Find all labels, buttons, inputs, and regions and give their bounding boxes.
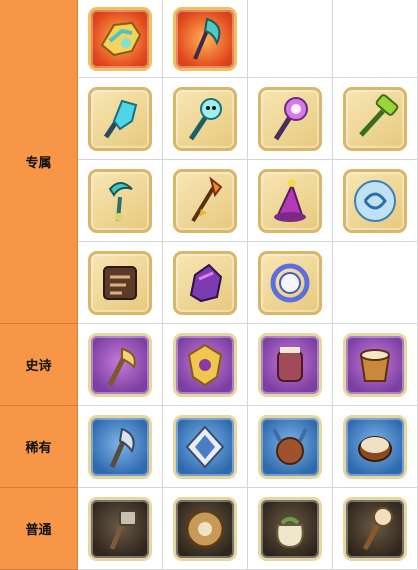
empty-slot <box>333 0 418 78</box>
item-slot[interactable] <box>163 324 248 406</box>
war-drum-icon[interactable] <box>343 332 407 397</box>
item-slot[interactable] <box>248 406 333 488</box>
golden-gauntlet-icon[interactable] <box>88 6 152 71</box>
ancient-scroll-icon[interactable] <box>88 250 152 315</box>
item-slot[interactable] <box>333 324 418 406</box>
warrior-gauntlet-icon[interactable] <box>258 332 322 397</box>
category-epic: 史诗 <box>0 324 78 406</box>
wooden-hatchet-icon[interactable] <box>88 496 152 561</box>
item-slot[interactable] <box>333 160 418 242</box>
category-label: 专属 <box>25 156 52 171</box>
item-slot[interactable] <box>248 488 333 570</box>
item-slot[interactable] <box>248 242 333 324</box>
item-slot[interactable] <box>78 406 163 488</box>
item-slot[interactable] <box>78 242 163 324</box>
item-slot[interactable] <box>163 488 248 570</box>
empty-slot <box>333 242 418 324</box>
blue-swirl-orb-icon[interactable] <box>343 168 407 233</box>
steel-axe-icon[interactable] <box>88 414 152 479</box>
round-shield-icon[interactable] <box>173 496 237 561</box>
crescent-axe-icon[interactable] <box>173 6 237 71</box>
category-rare: 稀有 <box>0 406 78 488</box>
item-slot[interactable] <box>78 0 163 78</box>
crescent-wand-icon[interactable] <box>88 168 152 233</box>
tribal-drum-icon[interactable] <box>343 414 407 479</box>
item-slot[interactable] <box>163 406 248 488</box>
item-slot[interactable] <box>163 78 248 160</box>
item-slot[interactable] <box>78 488 163 570</box>
golden-emblem-icon[interactable] <box>173 332 237 397</box>
item-slot[interactable] <box>333 488 418 570</box>
category-label: 史诗 <box>25 359 52 374</box>
horned-gauntlet-icon[interactable] <box>258 414 322 479</box>
rune-ring-icon[interactable] <box>258 250 322 315</box>
category-common: 普通 <box>0 488 78 570</box>
violet-fist-icon[interactable] <box>173 250 237 315</box>
item-slot[interactable] <box>248 160 333 242</box>
item-slot[interactable] <box>163 0 248 78</box>
category-exclusive: 专属 <box>0 0 78 324</box>
item-slot[interactable] <box>333 78 418 160</box>
category-label: 普通 <box>25 523 52 538</box>
bone-mace-icon[interactable] <box>343 496 407 561</box>
category-label: 稀有 <box>25 441 52 456</box>
ice-crystal-club-icon[interactable] <box>88 86 152 151</box>
flame-trident-icon[interactable] <box>173 168 237 233</box>
item-slot[interactable] <box>78 160 163 242</box>
witch-hat-staff-icon[interactable] <box>258 168 322 233</box>
item-slot[interactable] <box>78 324 163 406</box>
item-slot[interactable] <box>248 324 333 406</box>
item-slot[interactable] <box>163 160 248 242</box>
item-slot[interactable] <box>248 78 333 160</box>
cloth-sack-icon[interactable] <box>258 496 322 561</box>
arcane-skull-scepter-icon[interactable] <box>258 86 322 151</box>
item-slot[interactable] <box>78 78 163 160</box>
item-slot[interactable] <box>163 242 248 324</box>
frost-skull-staff-icon[interactable] <box>173 86 237 151</box>
silver-emblem-icon[interactable] <box>173 414 237 479</box>
item-rarity-table: 专属 史诗 稀有 普通 <box>0 0 418 570</box>
feather-axe-icon[interactable] <box>88 332 152 397</box>
item-slot[interactable] <box>333 406 418 488</box>
green-hammer-icon[interactable] <box>343 86 407 151</box>
empty-slot <box>248 0 333 78</box>
